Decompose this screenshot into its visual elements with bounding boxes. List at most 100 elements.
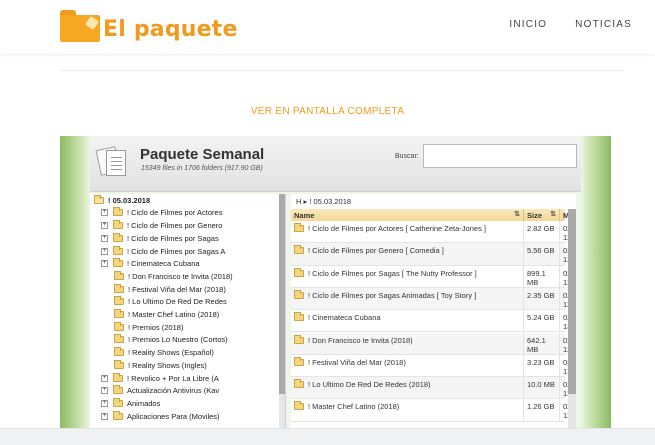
row-name-label[interactable]: ! Cinemateca Cubana bbox=[308, 313, 381, 322]
table-row[interactable]: ! Ciclo de Filmes por Sagas Animadas [ T… bbox=[291, 287, 576, 311]
expand-icon[interactable]: + bbox=[101, 260, 108, 268]
main-nav: INICIO NOTICIAS bbox=[509, 19, 632, 30]
row-name-label[interactable]: ! Ciclo de Filmes por Actores [ Catherin… bbox=[308, 224, 486, 233]
breadcrumb[interactable]: H ▸ ! 05.03.2018 bbox=[296, 195, 351, 207]
folder-icon bbox=[113, 220, 123, 230]
folder-icon bbox=[114, 321, 124, 331]
cell-name: ! Festival Viña del Mar (2018) bbox=[291, 354, 524, 378]
tree-item[interactable]: ! Master Chef Latino (2018) bbox=[90, 308, 285, 321]
row-name-label[interactable]: ! Lo Ultimo De Red De Redes (2018) bbox=[308, 380, 431, 389]
tree-item[interactable]: ! Reality Shows (Español) bbox=[90, 346, 285, 359]
row-name-label[interactable]: ! Ciclo de Filmes por Sagas Animadas [ T… bbox=[308, 291, 476, 300]
table-row[interactable]: ! Ciclo de Filmes por Sagas [ The Nutty … bbox=[291, 265, 576, 288]
tree-item-label: ! Reality Shows (Español) bbox=[128, 348, 214, 358]
row-name-label[interactable]: ! Ciclo de Filmes por Genero [ Comedia ] bbox=[308, 246, 444, 255]
tree-item[interactable]: + ! Cinemateca Cubana bbox=[90, 257, 285, 270]
expand-icon[interactable]: + bbox=[101, 374, 108, 382]
expand-icon[interactable]: + bbox=[101, 247, 108, 255]
tree-item[interactable]: + Animados bbox=[90, 397, 285, 410]
tree-item-label: ! Lo Ultimo De Red De Redes bbox=[128, 297, 227, 307]
cell-name: ! Ciclo de Filmes por Genero [ Comedia ] bbox=[291, 243, 524, 266]
tree-item-label: ! Cinemateca Cubana bbox=[127, 259, 200, 269]
table-row[interactable]: ! Master Chef Latino (2018)1.26 GB02/03/… bbox=[291, 399, 576, 422]
folder-icon bbox=[294, 356, 304, 366]
cell-name: ! Ciclo de Filmes por Actores [ Catherin… bbox=[291, 221, 524, 244]
expand-icon[interactable]: + bbox=[101, 222, 108, 230]
sort-icon: ⇅ bbox=[550, 211, 556, 218]
file-list-scroll-thumb[interactable] bbox=[568, 209, 576, 394]
file-list-pane: H ▸ ! 05.03.2018 Name ⇅ Size ⇅ Modified … bbox=[291, 194, 576, 436]
fullscreen-link[interactable]: VER EN PANTALLA COMPLETA bbox=[0, 106, 655, 117]
folder-icon bbox=[114, 347, 124, 357]
folder-icon bbox=[113, 397, 123, 407]
folder-open-icon bbox=[94, 194, 104, 204]
folder-icon bbox=[294, 289, 304, 299]
cell-name: ! Lo Ultimo De Red De Redes (2018) bbox=[291, 377, 524, 400]
folder-icon bbox=[114, 359, 124, 369]
tree-item[interactable]: ! Reality Shows (Ingles) bbox=[90, 359, 285, 372]
tree-item-label: Actualización Antivirus (Kav bbox=[127, 386, 220, 396]
search-input[interactable] bbox=[423, 144, 577, 168]
column-header-size[interactable]: Size ⇅ bbox=[524, 209, 560, 221]
tree-item[interactable]: + Actualización Antivirus (Kav bbox=[90, 384, 285, 397]
tree-item[interactable]: + ! Ciclo de Filmes por Genero bbox=[90, 219, 285, 232]
expand-icon[interactable]: + bbox=[101, 209, 108, 217]
tree-item-label: ! Premios Lo Nuestro (Cortos) bbox=[128, 335, 228, 345]
cell-name: ! Ciclo de Filmes por Sagas Animadas [ T… bbox=[291, 287, 524, 311]
cell-size: 2.35 GB bbox=[524, 287, 560, 311]
tree-item[interactable]: ! Premios (2018) bbox=[90, 321, 285, 334]
expand-icon[interactable]: + bbox=[101, 234, 108, 242]
documents-icon bbox=[95, 146, 128, 178]
table-row[interactable]: ! Festival Viña del Mar (2018)3.23 GB03/… bbox=[291, 354, 576, 378]
tree-item-label: ! Ciclo de Filmes por Sagas bbox=[127, 233, 219, 243]
tree-item-label: ! Revolico + Por La Libre (A bbox=[127, 373, 219, 383]
table-row[interactable]: ! Cinemateca Cubana5.24 GB02/03/2018 13:… bbox=[291, 310, 576, 333]
column-size-label: Size bbox=[527, 210, 543, 220]
folder-tree: ! 05.03.2018 + ! Ciclo de Filmes por Acto… bbox=[90, 194, 286, 436]
row-name-label[interactable]: ! Ciclo de Filmes por Sagas [ The Nutty … bbox=[308, 269, 477, 278]
folder-icon bbox=[114, 270, 124, 280]
cell-name: ! Cinemateca Cubana bbox=[291, 310, 524, 333]
search-label: Buscar: bbox=[395, 153, 419, 160]
expand-icon[interactable]: + bbox=[101, 412, 108, 420]
tree-item[interactable]: ! Don Francisco te Invita (2018) bbox=[90, 270, 285, 283]
viewer-header: Paquete Semanal 15349 files in 1706 fold… bbox=[90, 136, 581, 192]
tree-root[interactable]: ! 05.03.2018 bbox=[90, 194, 285, 206]
folder-icon bbox=[114, 296, 124, 306]
viewer-stats: 15349 files in 1706 folders (917.90 GB) bbox=[141, 165, 263, 172]
nav-item-noticias[interactable]: NOTICIAS bbox=[575, 19, 632, 30]
tree-item[interactable]: + ! Ciclo de Filmes por Actores bbox=[90, 207, 285, 220]
file-browser-embed: Paquete Semanal 15349 files in 1706 fold… bbox=[60, 136, 611, 436]
expand-icon[interactable]: + bbox=[101, 399, 108, 407]
tree-item[interactable]: ! Lo Ultimo De Red De Redes bbox=[90, 296, 285, 309]
tree-scroll-thumb[interactable] bbox=[279, 194, 285, 394]
row-name-label[interactable]: ! Master Chef Latino (2018) bbox=[308, 402, 399, 411]
tree-item[interactable]: ! Premios Lo Nuestro (Cortos) bbox=[90, 334, 285, 347]
tree-item-label: ! Don Francisco te Invita (2018) bbox=[128, 271, 233, 281]
tree-item[interactable]: ! Festival Viña del Mar (2018) bbox=[90, 283, 285, 296]
cell-size: 899.1 MB bbox=[524, 265, 560, 288]
tree-item[interactable]: + ! Revolico + Por La Libre (A bbox=[90, 372, 285, 385]
sort-icon: ⇅ bbox=[514, 211, 520, 218]
table-row[interactable]: ! Lo Ultimo De Red De Redes (2018) 10.0 M… bbox=[291, 377, 576, 400]
row-name-label[interactable]: ! Festival Viña del Mar (2018) bbox=[308, 358, 406, 367]
column-header-name[interactable]: Name ⇅ bbox=[291, 209, 524, 221]
folder-icon bbox=[113, 207, 123, 217]
logo-text: El paquete bbox=[103, 16, 238, 42]
tree-item[interactable]: + Aplicaciones Para (Moviles) bbox=[90, 410, 285, 423]
tree-scrollbar[interactable] bbox=[279, 194, 285, 436]
table-row[interactable]: ! Ciclo de Filmes por Genero [ Comedia ]… bbox=[291, 243, 576, 266]
file-list-scrollbar[interactable] bbox=[568, 209, 576, 436]
tree-item-label: ! Ciclo de Filmes por Genero bbox=[127, 221, 223, 231]
tree-item[interactable]: + ! Ciclo de Filmes por Sagas bbox=[90, 232, 285, 245]
tree-item[interactable]: + ! Ciclo de Filmes por Sagas A bbox=[90, 245, 285, 258]
cell-size: 10.0 MB bbox=[524, 377, 560, 400]
table-row[interactable]: ! Ciclo de Filmes por Actores [ Catherin… bbox=[291, 221, 576, 244]
row-name-label[interactable]: ! Don Francisco te Invita (2018) bbox=[308, 336, 413, 345]
tree-item-label: ! Reality Shows (Ingles) bbox=[128, 360, 207, 370]
cell-size: 1.26 GB bbox=[524, 399, 560, 422]
site-logo[interactable]: El paquete bbox=[60, 10, 238, 42]
expand-icon[interactable]: + bbox=[101, 387, 108, 395]
nav-item-inicio[interactable]: INICIO bbox=[509, 19, 547, 30]
table-row[interactable]: ! Don Francisco te Invita (2018) 642.1 MB… bbox=[291, 332, 576, 355]
